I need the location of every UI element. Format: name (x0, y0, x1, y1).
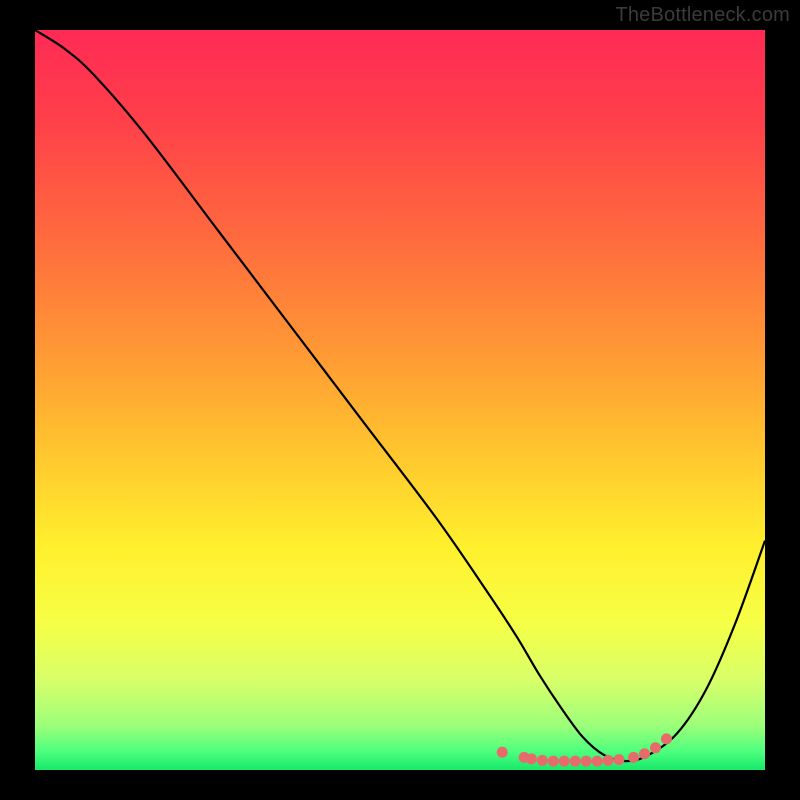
chart-marker (548, 756, 559, 767)
chart-marker (628, 752, 639, 763)
chart-marker (650, 742, 661, 753)
chart-marker (497, 747, 508, 758)
chart-plot-area (35, 30, 765, 770)
chart-background (35, 30, 765, 770)
chart-marker (614, 754, 625, 765)
chart-marker (592, 756, 603, 767)
chart-marker (537, 755, 548, 766)
chart-marker (526, 753, 537, 764)
watermark-text: TheBottleneck.com (615, 4, 790, 27)
chart-marker (661, 733, 672, 744)
chart-marker (581, 756, 592, 767)
chart-marker (603, 755, 614, 766)
chart-svg (35, 30, 765, 770)
chart-marker (570, 756, 581, 767)
chart-marker (559, 756, 570, 767)
chart-marker (639, 748, 650, 759)
